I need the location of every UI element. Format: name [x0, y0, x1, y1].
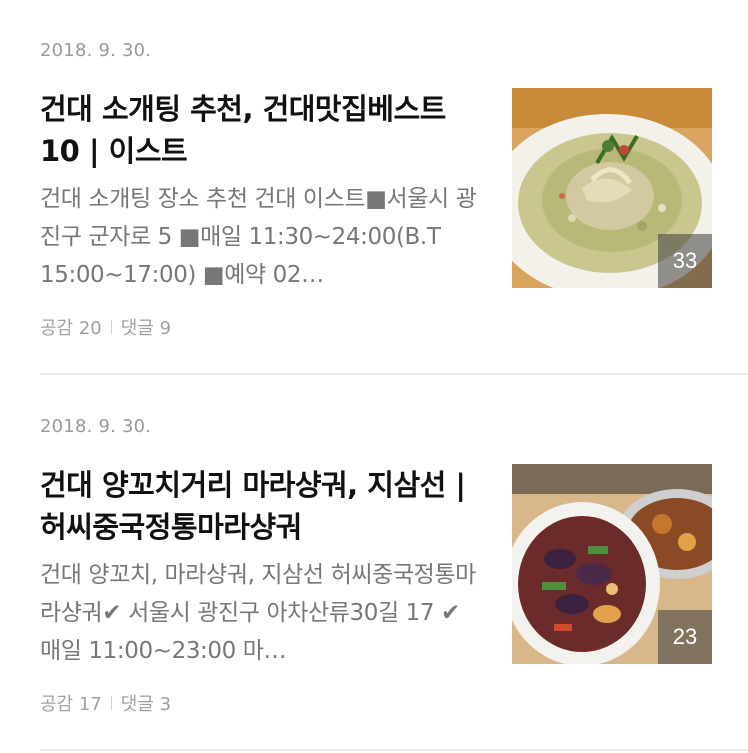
comments-count: 댓글 3 [120, 694, 172, 715]
photo-count-badge: 33 [658, 234, 712, 288]
post-item[interactable]: 2018. 9. 30. 건대 양꼬치거리 마라샹궈, 지삼선 | 허씨중국정통… [0, 376, 748, 752]
post-date: 2018. 9. 30. [40, 416, 152, 437]
post-thumbnail[interactable]: 33 [512, 88, 712, 288]
post-summary[interactable]: 건대 소개팅 장소 추천 건대 이스트■서울시 광진구 군자로 5 ■매일 11… [40, 180, 480, 294]
meta-separator [110, 696, 112, 710]
post-summary[interactable]: 건대 양꼬치, 마라샹궈, 지삼선 허씨중국정통마라샹궈✔ 서울시 광진구 아차… [40, 556, 480, 670]
post-divider [40, 373, 748, 375]
likes-count: 공감 17 [40, 694, 102, 715]
meta-separator [110, 320, 112, 334]
post-thumbnail[interactable]: 23 [512, 464, 712, 664]
post-date: 2018. 9. 30. [40, 40, 152, 61]
photo-count-badge: 23 [658, 610, 712, 664]
post-meta: 공감 20 댓글 9 [40, 314, 171, 340]
post-title[interactable]: 건대 소개팅 추천, 건대맛집베스트10 | 이스트 [40, 88, 480, 172]
likes-count: 공감 20 [40, 318, 102, 339]
post-meta: 공감 17 댓글 3 [40, 690, 171, 716]
post-divider [40, 749, 748, 751]
post-item[interactable]: 2018. 9. 30. 건대 소개팅 추천, 건대맛집베스트10 | 이스트 … [0, 0, 748, 376]
comments-count: 댓글 9 [120, 318, 172, 339]
post-title[interactable]: 건대 양꼬치거리 마라샹궈, 지삼선 | 허씨중국정통마라샹궈 [40, 464, 480, 548]
